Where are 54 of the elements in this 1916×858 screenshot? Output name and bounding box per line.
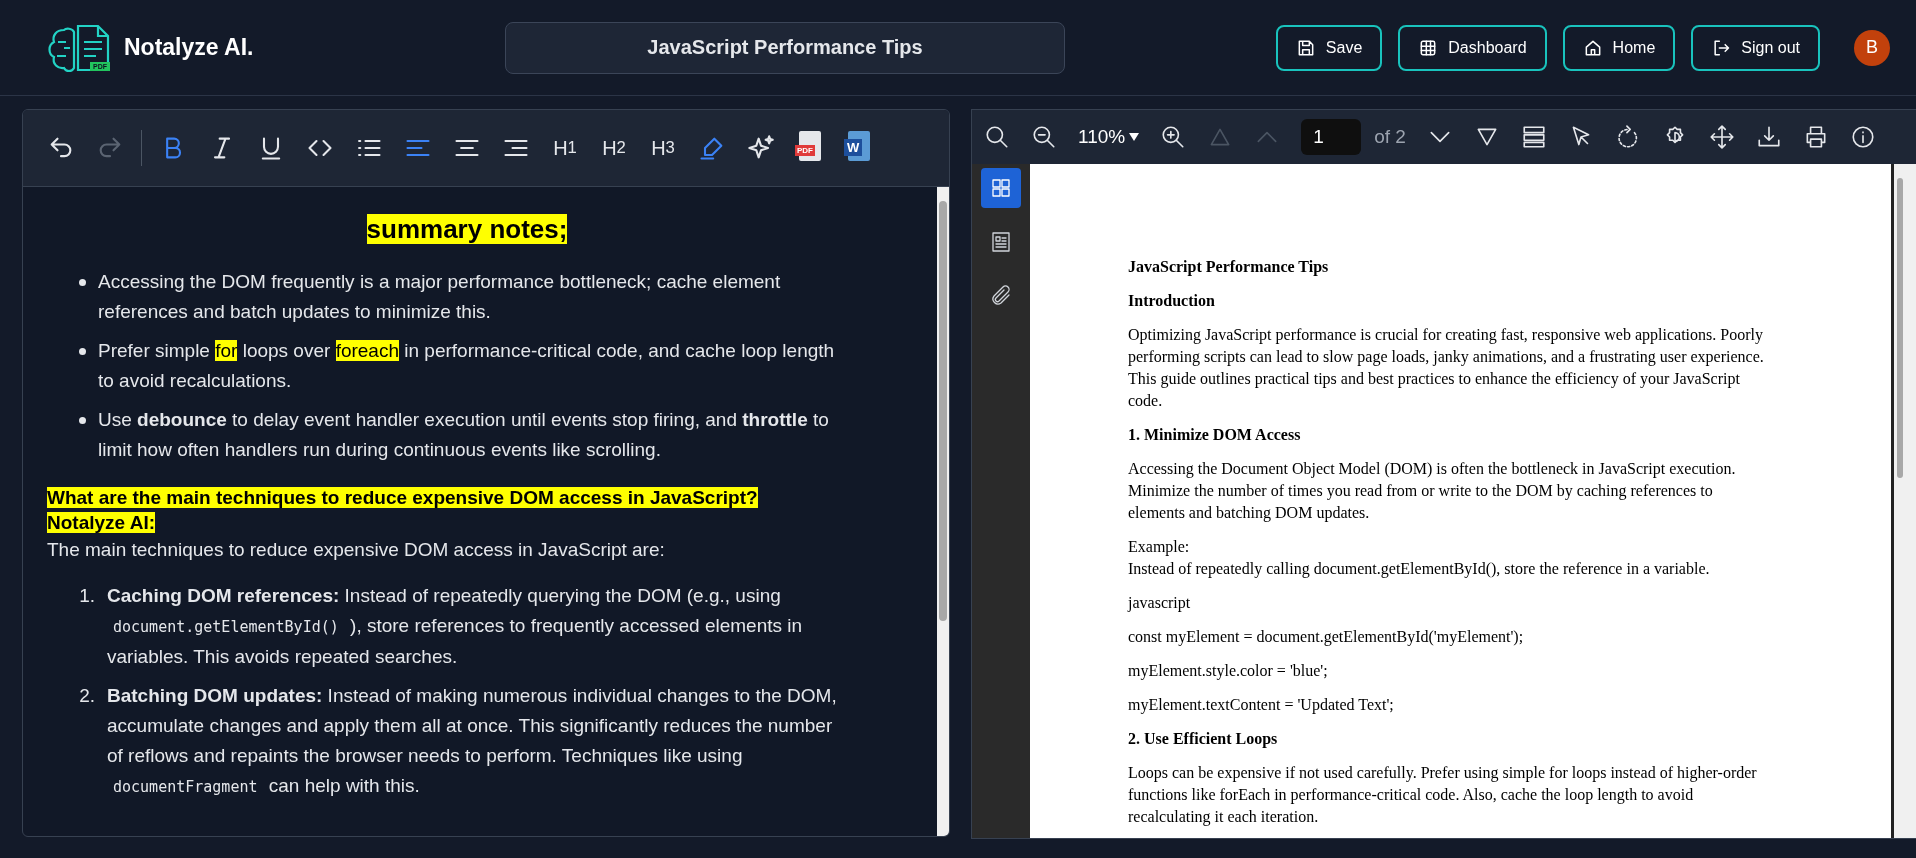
bullet-text: Accessing the DOM frequently is a major performance bottleneck; cache element references and batch updates to minimize this.	[98, 270, 782, 324]
save-button[interactable]: Save	[1275, 24, 1383, 71]
pdf-text: myElement.textContent = 'Updated Text';	[1128, 695, 1395, 716]
scrollbar[interactable]	[937, 187, 949, 836]
info-button[interactable]	[1849, 124, 1876, 150]
outline-icon	[989, 230, 1013, 254]
home-button[interactable]: Home	[1562, 24, 1676, 71]
zoom-out-icon	[1031, 124, 1057, 150]
list-number: 2.	[78, 684, 95, 708]
pdf-text: Instead of repeatedly calling document.getElementById(), store the reference in a variable.	[1128, 559, 1711, 580]
thumbnails-button[interactable]	[981, 168, 1021, 208]
pdf-text: Loops can be expensive if not used carefully. Prefer using simple for loops instead of higher-order functions like forEach in performance-critical code. Also, cache the loop length to avoid recalculating it each iteration.	[1128, 763, 1758, 828]
bullet-icon	[79, 279, 86, 286]
info-icon	[1849, 124, 1876, 150]
pdf-heading: 1. Minimize DOM Access	[1128, 425, 1302, 445]
bullet-text: Use debounce to delay event handler execution until events stop firing, and throttle to limit how often handlers run during continuous events like scrolling.	[98, 408, 830, 462]
thumbnails-icon	[989, 176, 1013, 200]
bullet-text: Prefer simple for loops over foreach in performance-critical code, and cache loop length to avoid recalculations.	[98, 339, 836, 393]
pdf-text: Example:	[1128, 537, 1191, 558]
pdf-heading: JavaScript Performance Tips	[1128, 257, 1330, 278]
move-button[interactable]	[1708, 124, 1735, 150]
table-button[interactable]: Dashboard	[1398, 24, 1547, 71]
pdf-text: const myElement = document.getElementById('myElement');	[1128, 627, 1525, 648]
page-number-field[interactable]: 1	[1301, 119, 1362, 155]
pdf-text: javascript	[1128, 593, 1192, 614]
page-count: of 2	[1374, 126, 1406, 148]
pdf-text: Accessing the Document Object Model (DOM) is often the bottleneck in JavaScript execution. Minimize the number of times you read from or write to the DOM by caching references to elements and batching DOM updates.	[1128, 459, 1737, 524]
stacked-bars-icon	[1520, 124, 1547, 150]
user-avatar[interactable]: B	[1854, 29, 1890, 66]
app-name: Notalyze AI.	[124, 34, 254, 61]
question-text: What are the main techniques to reduce expensive DOM access in JavaScript?	[47, 487, 758, 508]
attachment-icon	[989, 284, 1013, 308]
bullet-icon	[79, 417, 86, 424]
stacked-bars-button[interactable]	[1520, 124, 1547, 150]
sign-out-button[interactable]: Sign out	[1691, 24, 1820, 71]
zoom-dropdown[interactable]: 110%	[1078, 126, 1140, 148]
summary-heading: summary notes;	[366, 214, 568, 244]
caret-icon	[1129, 133, 1140, 141]
move-icon	[1708, 124, 1735, 150]
list-number: 1.	[78, 584, 95, 608]
answer-label: Notalyze AI:	[47, 512, 156, 533]
bullet-icon	[79, 348, 86, 355]
search-icon	[984, 124, 1010, 150]
list-item-text: Batching DOM updates: Instead of making numerous individual changes to the DOM, accumulate changes and apply them all at once. This significantly reduces the number of reflows and repaints the browser needs to perform. Techniques like using documentFragment can help with this.	[107, 684, 838, 798]
pdf-text: myElement.style.color = 'blue';	[1128, 661, 1329, 682]
answer-text: The main techniques to reduce expensive DOM access in JavaScript are:	[47, 538, 666, 562]
pdf-heading: 2. Use Efficient Loops	[1128, 729, 1279, 750]
list-item-text: Caching DOM references: Instead of repeatedly querying the DOM (e.g., using document.getElementById() ), store references to frequently accessed elements in variables. This avoids repeated searches.	[107, 584, 804, 669]
pdf-heading: Introduction	[1128, 291, 1216, 311]
zoom-out-button[interactable]	[1031, 124, 1057, 150]
pdf-text: Optimizing JavaScript performance is crucial for creating fast, responsive web applications. Poorly performing scripts can lead to slow page loads, janky animations, and a frustrating user experience. This guide outlines practical tips and best practices to enhance the efficiency of your JavaScript code.	[1128, 325, 1765, 411]
document-title-field[interactable]: JavaScript Performance Tips	[505, 21, 1065, 74]
scrollbar[interactable]	[1894, 164, 1916, 838]
search-button[interactable]	[984, 124, 1010, 150]
